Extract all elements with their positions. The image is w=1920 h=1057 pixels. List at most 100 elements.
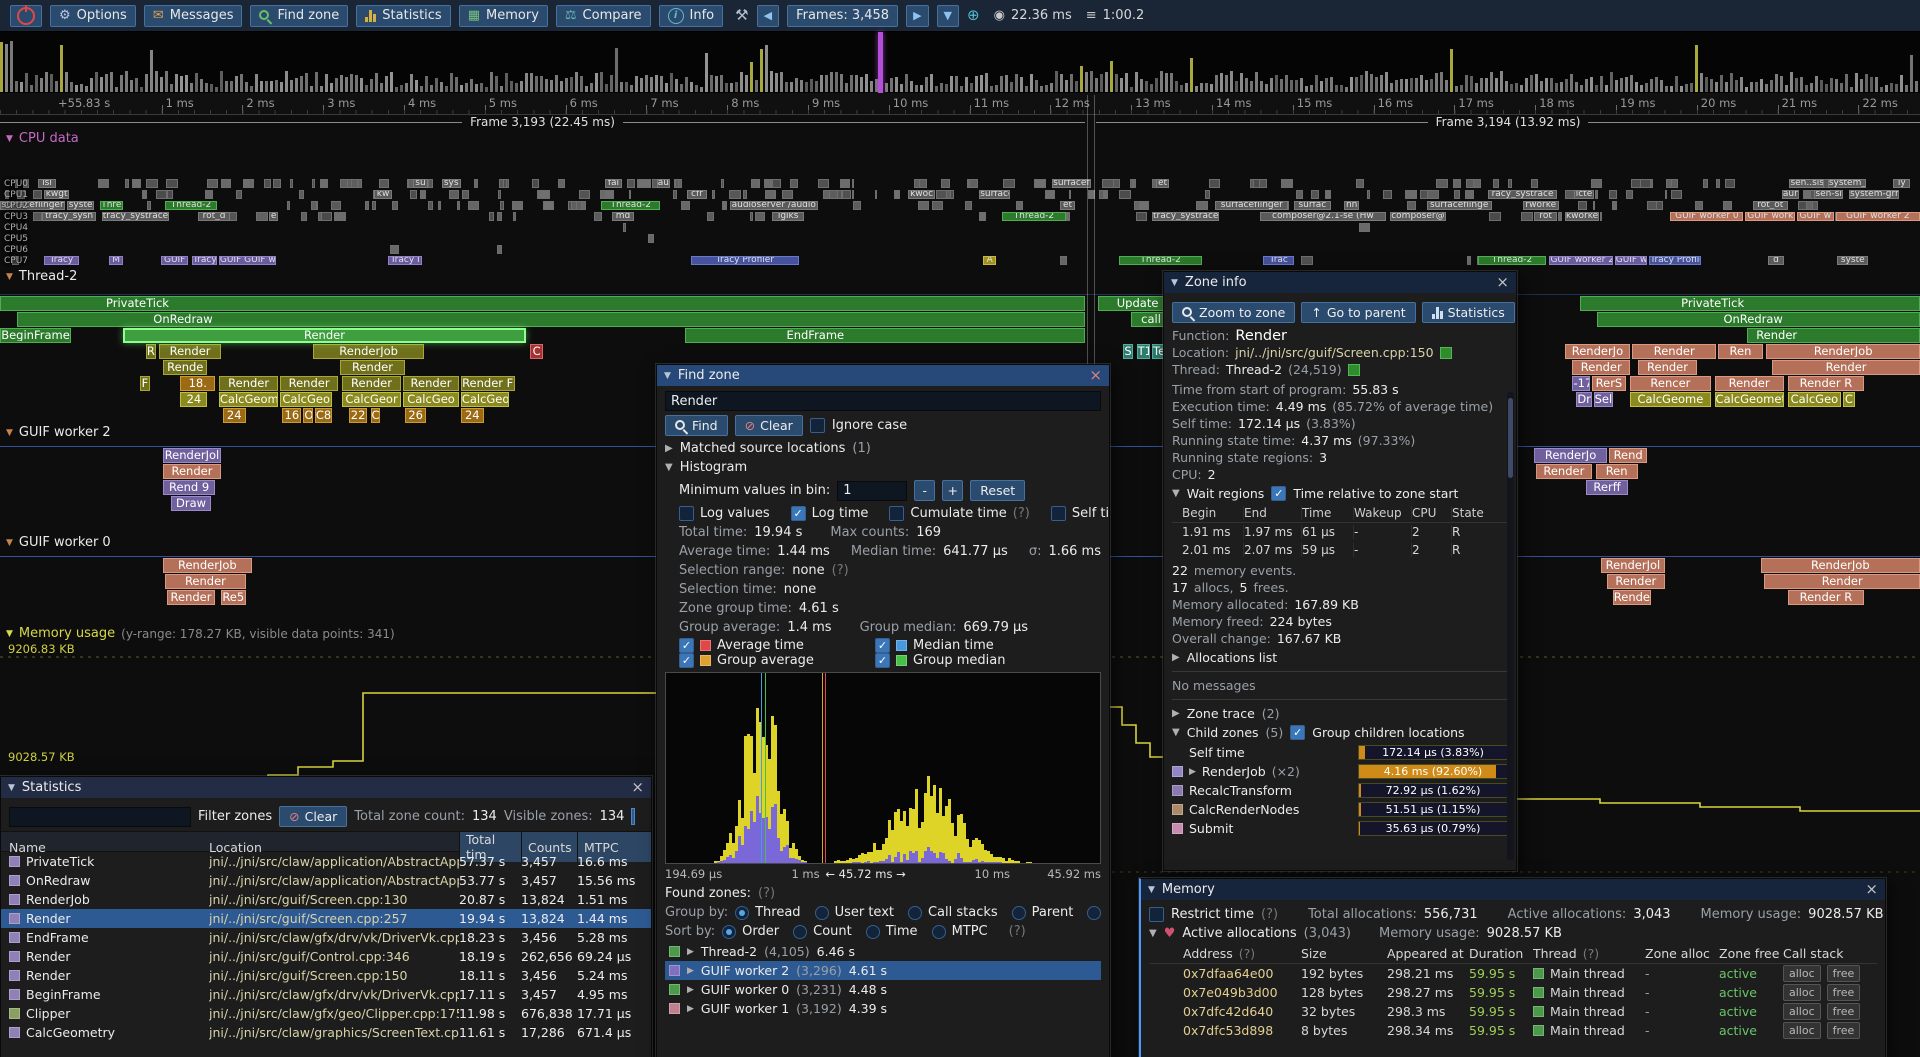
zone-segment[interactable]: RenderJob (313, 344, 424, 359)
zone-segment[interactable]: CalcGeo (1788, 392, 1842, 407)
cpu-zone[interactable] (428, 179, 433, 188)
zone-segment[interactable]: 24 (180, 392, 207, 407)
cpu-zone[interactable] (1521, 212, 1533, 221)
crosshair-icon[interactable]: ⊕ (967, 8, 980, 23)
cpu-zone[interactable] (1209, 179, 1220, 188)
cpu-zone[interactable] (1609, 190, 1617, 199)
zone-segment[interactable]: Render (280, 376, 338, 391)
zone-segment[interactable]: Draw (171, 496, 211, 511)
histogram-section-header[interactable]: ▼ Histogram (665, 459, 1101, 476)
zone-segment[interactable]: Render (159, 344, 220, 359)
cpu-zone[interactable] (823, 190, 830, 199)
find-zone-title-bar[interactable]: ▼ Find zone × (657, 365, 1109, 386)
zone-segment[interactable]: RenderJob (1761, 558, 1920, 573)
zone-segment[interactable]: RenderJo (1565, 344, 1630, 359)
cpu-zone[interactable] (538, 190, 550, 199)
cpu-zone[interactable] (1003, 179, 1014, 188)
source-file-button[interactable] (1440, 347, 1452, 359)
time-ruler[interactable]: +55.83 s 1 ms2 ms3 ms4 ms5 ms6 ms7 ms8 m… (0, 93, 1920, 115)
cpu-zone[interactable] (321, 212, 332, 221)
zone-segment[interactable]: Render (123, 328, 526, 343)
cpu-zone[interactable]: aur (1782, 190, 1799, 199)
cpu-zone[interactable]: rot (1534, 212, 1557, 221)
cpu-zone[interactable] (33, 212, 42, 221)
cpu-zone[interactable] (1612, 201, 1617, 210)
zone-segment[interactable]: Render F (461, 376, 515, 391)
zone-segment[interactable]: 26 (405, 408, 426, 423)
zone-segment[interactable]: Ren (1718, 344, 1762, 359)
cpu-zone[interactable]: kworke (1565, 212, 1600, 221)
zone-segment[interactable]: PrivateTick (0, 296, 1085, 311)
checkbox-cumulate-time[interactable]: Cumulate time(?) (889, 506, 1029, 521)
statistics-row[interactable]: OnRedrawjni/../jni/src/claw/application/… (1, 871, 651, 890)
cpu-zone[interactable] (1407, 201, 1417, 210)
zone-segment[interactable]: EndFrame (685, 328, 1084, 343)
cpu-zone[interactable] (392, 201, 398, 210)
alloc-callstack-button[interactable]: alloc (1783, 984, 1821, 1001)
cpu-zone[interactable] (468, 201, 479, 210)
min-bin-input[interactable] (837, 481, 907, 501)
next-frame-button[interactable]: ▶ (906, 5, 928, 27)
increment-button[interactable]: + (942, 480, 963, 501)
cpu-zone[interactable] (894, 190, 900, 199)
cpu-zone[interactable] (497, 245, 502, 254)
cpu-zone[interactable] (1281, 179, 1293, 188)
found-zone-group-row[interactable]: ▶GUIF worker 0(3,231)4.48 s (665, 980, 1101, 999)
cpu-zone[interactable] (1359, 223, 1370, 232)
zone-segment[interactable]: CalcGeome (1630, 392, 1711, 407)
memory-button[interactable]: ▦Memory (459, 5, 548, 27)
zone-segment[interactable]: Render (219, 376, 279, 391)
cpu-zone[interactable] (818, 179, 829, 188)
alloc-callstack-button[interactable]: alloc (1783, 965, 1821, 982)
cpu-zone[interactable]: rot_d (198, 212, 231, 221)
zone-segment[interactable]: 24 (461, 408, 484, 423)
zone-segment[interactable]: Render (403, 376, 459, 391)
cpu-zone[interactable] (1591, 179, 1602, 188)
legend-toggle-group-average[interactable]: ✓Group average (679, 653, 875, 668)
cpu-zone[interactable]: md (612, 212, 633, 221)
cpu-zone[interactable]: Thread-2 (1002, 212, 1065, 221)
cpu-zone[interactable] (1133, 179, 1135, 188)
column-location[interactable]: Location (209, 840, 459, 855)
child-zone-row[interactable]: CalcRenderNodes51.51 μs (1.15%) (1172, 800, 1508, 819)
cpu-zone[interactable]: Tracy Profiler (691, 256, 799, 265)
checkbox-log-time[interactable]: ✓Log time (791, 506, 869, 521)
cpu-zone[interactable] (1383, 190, 1392, 199)
zone-segment[interactable]: Re5 (221, 590, 246, 605)
cpu-zone[interactable] (852, 190, 855, 199)
cpu-zone[interactable] (932, 201, 944, 210)
thread-header-thread-2[interactable]: ▼ Thread-2 (6, 269, 77, 284)
cpu-zone[interactable] (852, 179, 854, 188)
cpu-zone[interactable]: e (269, 212, 279, 221)
zone-segment[interactable]: CalcGeome (219, 392, 279, 407)
cpu-zone[interactable] (512, 201, 523, 210)
cpu-zone[interactable]: Tracy I (388, 256, 423, 265)
zone-segment[interactable]: Render (1715, 376, 1784, 391)
checkbox-self-time[interactable]: Self time(1.16%) (1051, 506, 1110, 521)
cpu-zone[interactable]: d (1768, 256, 1783, 265)
alloc-callstack-button[interactable]: alloc (1783, 1003, 1821, 1020)
zone-segment[interactable]: 18. (180, 376, 215, 391)
cpu-zone[interactable]: A (983, 256, 996, 265)
cpu-zone[interactable]: tracy_systrace (102, 212, 169, 221)
radio-sort-by-mtpc[interactable]: MTPC (932, 924, 988, 939)
cpu-zone[interactable] (142, 190, 146, 199)
cpu-zone[interactable]: Trac (1263, 256, 1294, 265)
free-callstack-button[interactable]: free (1827, 1022, 1861, 1039)
statistics-row[interactable]: Clipperjni/../jni/src/claw/gfx/geo/Clipp… (1, 1004, 651, 1023)
found-zone-group-row[interactable]: ▶Thread-2(4,105)6.46 s (665, 942, 1101, 961)
statistics-row[interactable]: Renderjni/../jni/src/guif/Screen.cpp:257… (1, 909, 651, 928)
cpu-zone[interactable]: Thread-2 (1478, 256, 1545, 265)
cpu-zone[interactable] (1466, 179, 1474, 188)
cpu-zone[interactable] (320, 179, 328, 188)
zone-segment[interactable]: Rende (163, 360, 207, 375)
cpu-zone[interactable]: GUIF worker 2 (1836, 212, 1920, 221)
cpu-zone[interactable] (256, 212, 268, 221)
cpu-zone[interactable] (1060, 256, 1067, 265)
zone-segment[interactable]: OnRedraw (17, 312, 1085, 327)
reset-button[interactable]: Reset (970, 480, 1025, 501)
cpu-zone[interactable] (347, 179, 352, 188)
child-zone-row[interactable]: Self time172.14 μs (3.83%) (1172, 743, 1508, 762)
frame-marker-left[interactable]: Frame 3,193 (22.45 ms) (0, 114, 1085, 130)
statistics-row[interactable]: CalcGeometryjni/../jni/src/claw/graphics… (1, 1023, 651, 1042)
